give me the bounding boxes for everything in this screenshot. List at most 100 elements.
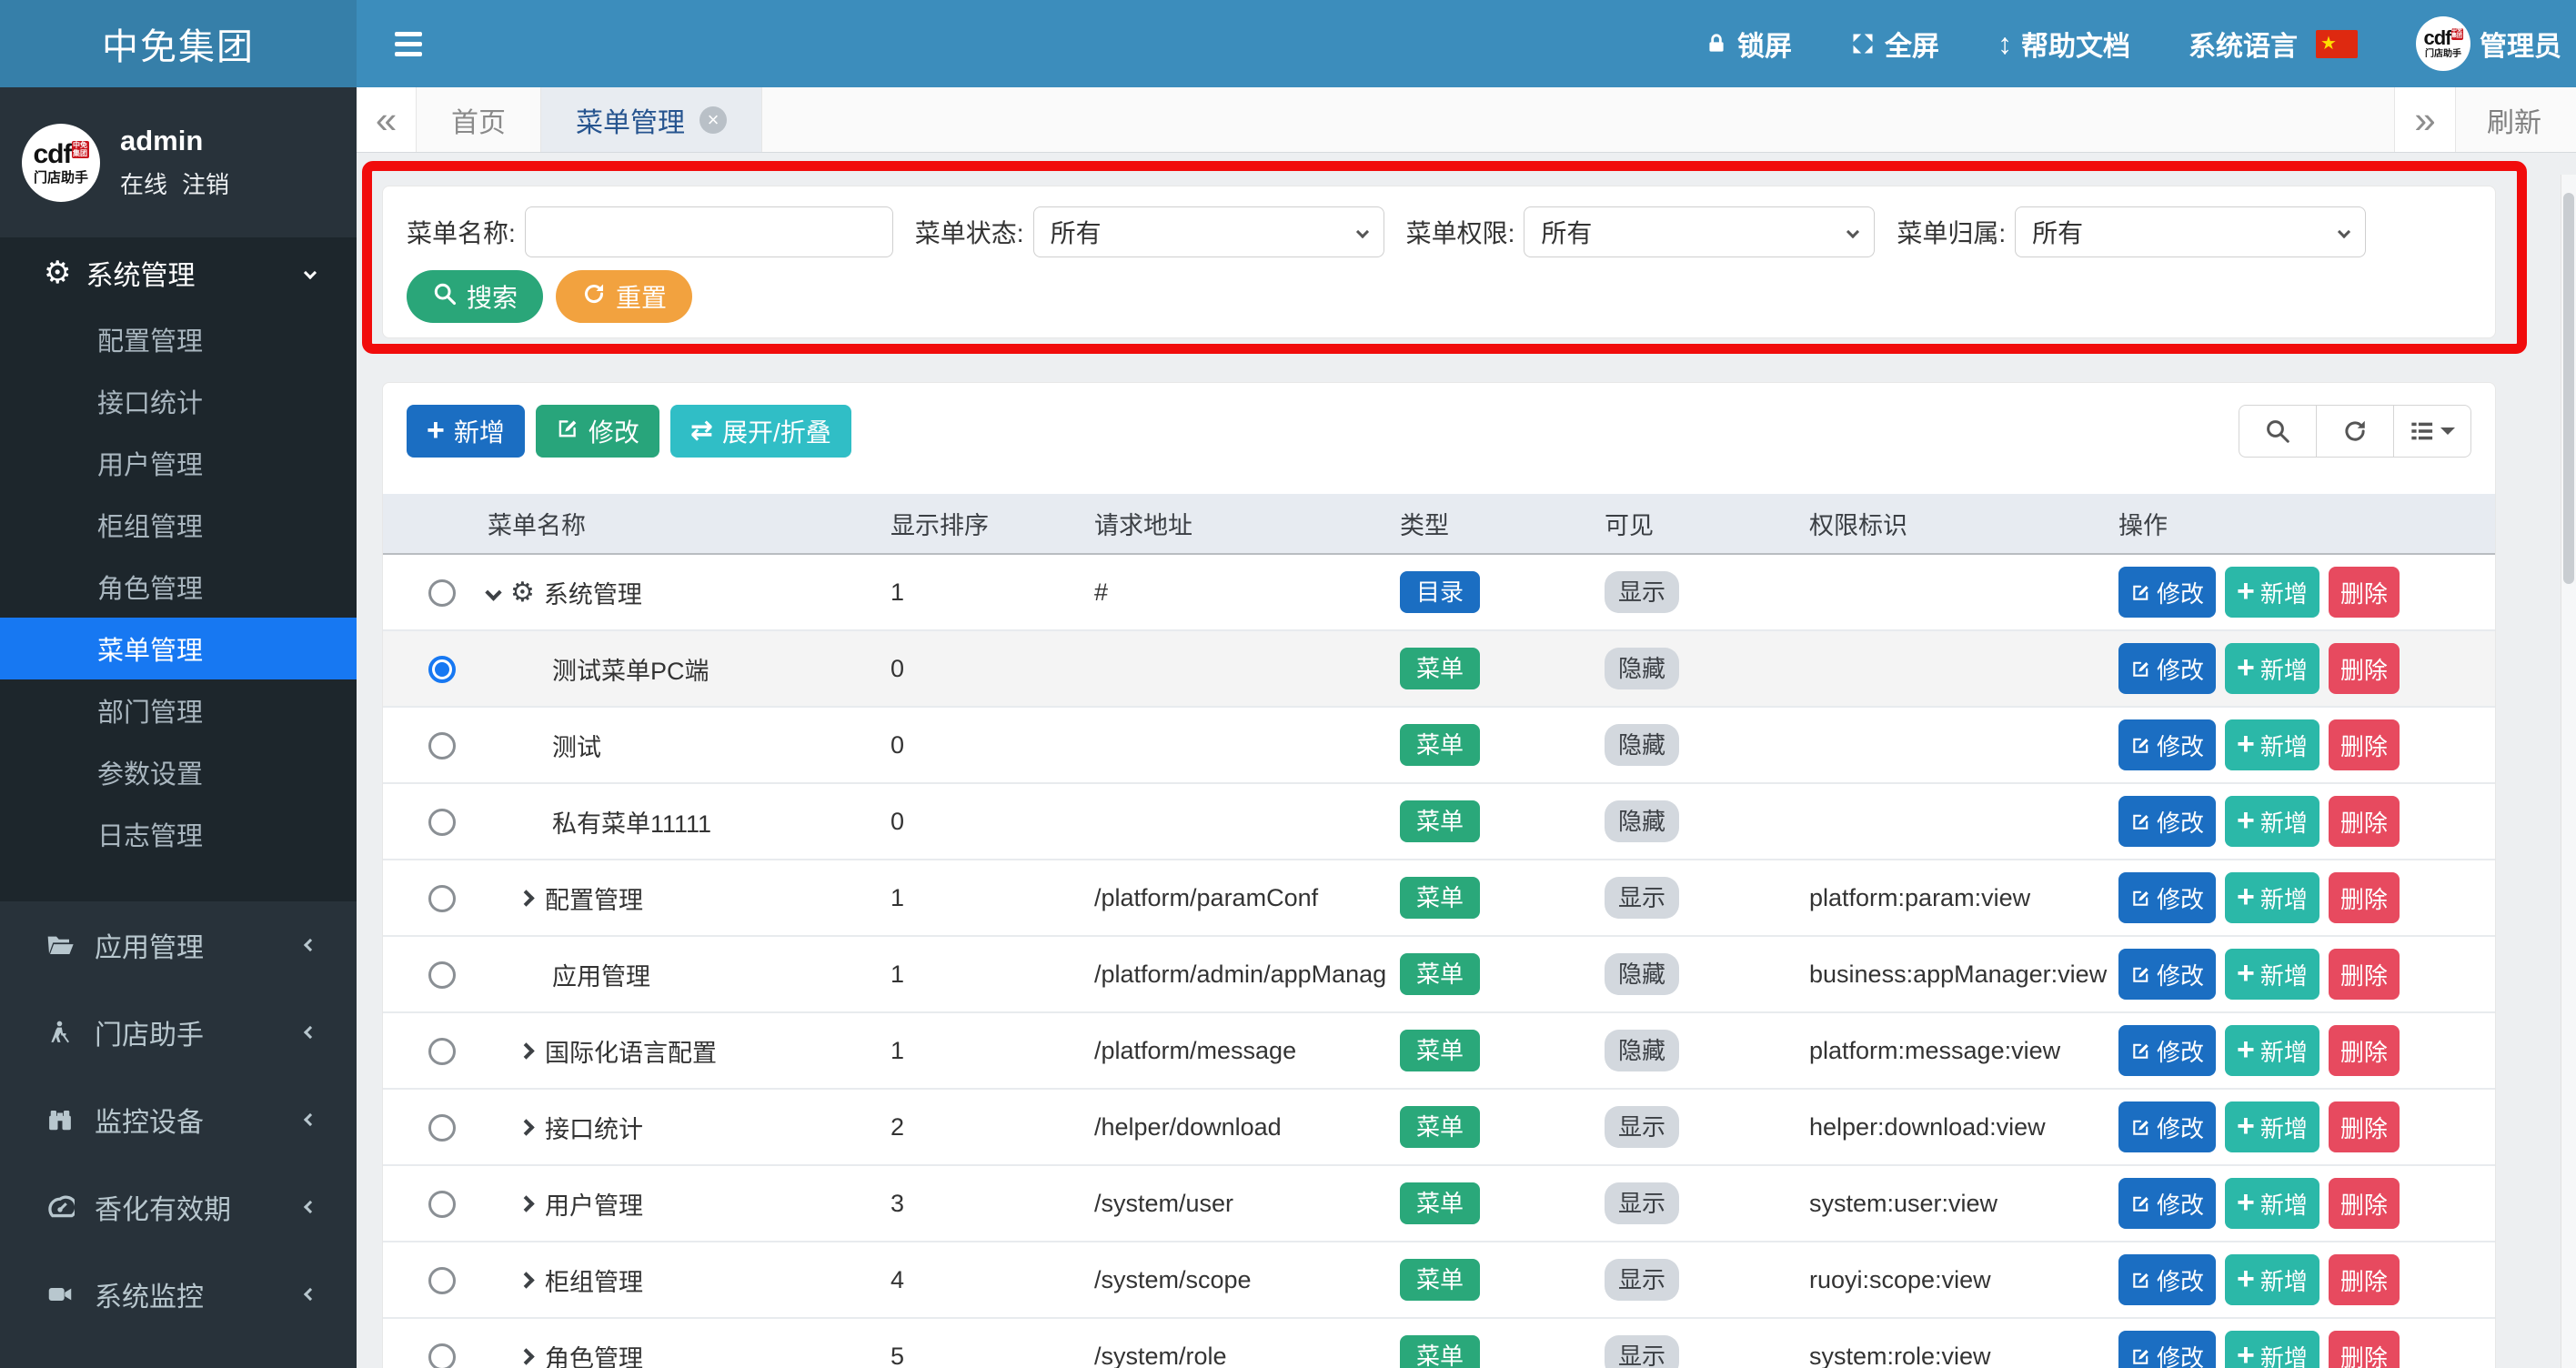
- chevron-right-icon[interactable]: [518, 1194, 535, 1212]
- row-add-button[interactable]: + 新增: [2225, 1178, 2319, 1229]
- row-edit-button[interactable]: 修改: [2118, 872, 2217, 923]
- sidebar-section-item[interactable]: ≡ 系统工具: [0, 1338, 357, 1368]
- row-edit-button[interactable]: 修改: [2118, 1254, 2217, 1305]
- sidebar-subitem[interactable]: 参数设置: [0, 741, 357, 803]
- table-search-toggle-button[interactable]: [2239, 405, 2317, 458]
- sidebar-subitem[interactable]: 菜单管理: [0, 618, 357, 679]
- row-delete-button[interactable]: 删除: [2328, 949, 2400, 1000]
- row-add-button[interactable]: + 新增: [2225, 567, 2319, 618]
- sidebar-subitem[interactable]: 柜组管理: [0, 494, 357, 556]
- table-row[interactable]: 角色管理 5/system/role 菜单 显示 system:role:view 修改 +…: [383, 1318, 2495, 1368]
- tabs-scroll-right-button[interactable]: »: [2395, 87, 2455, 152]
- row-edit-button[interactable]: 修改: [2118, 796, 2217, 847]
- sidebar-section-item[interactable]: 应用管理: [0, 901, 357, 989]
- table-row[interactable]: 国际化语言配置 1/platform/message 菜单 隐藏 platform:me…: [383, 1012, 2495, 1089]
- table-row[interactable]: 应用管理 1/platform/admin/appManag 菜单 隐藏 busines…: [383, 936, 2495, 1012]
- row-add-button[interactable]: + 新增: [2225, 1331, 2319, 1368]
- table-columns-button[interactable]: [2393, 405, 2471, 458]
- row-radio[interactable]: [428, 1190, 456, 1218]
- row-delete-button[interactable]: 删除: [2328, 1025, 2400, 1076]
- menu-name-input[interactable]: [524, 206, 893, 257]
- row-radio[interactable]: [428, 1343, 456, 1368]
- tabs-scroll-left-button[interactable]: «: [357, 87, 417, 152]
- menu-permission-select[interactable]: 所有: [1524, 206, 1876, 257]
- logout-link[interactable]: 注销: [182, 171, 229, 198]
- table-row[interactable]: 私有菜单11111 0 菜单 隐藏 修改 + 新增 删除: [383, 783, 2495, 860]
- sidebar-subitem[interactable]: 接口统计: [0, 370, 357, 432]
- row-radio[interactable]: [428, 1037, 456, 1065]
- table-row[interactable]: 测试 0 菜单 隐藏 修改 + 新增 删除: [383, 707, 2495, 783]
- chevron-right-icon[interactable]: [518, 1347, 535, 1365]
- edit-button[interactable]: 修改: [535, 405, 659, 458]
- chevron-down-icon[interactable]: [485, 583, 502, 601]
- expand-collapse-button[interactable]: ⇄ 展开/折叠: [669, 405, 851, 458]
- row-delete-button[interactable]: 删除: [2328, 1331, 2400, 1368]
- sidebar-item-system-management[interactable]: ⚙ 系统管理: [0, 237, 357, 308]
- sidebar-toggle-button[interactable]: [357, 0, 460, 87]
- sidebar-subitem[interactable]: 配置管理: [0, 308, 357, 370]
- row-radio[interactable]: [428, 1113, 456, 1142]
- row-radio[interactable]: [428, 961, 456, 989]
- row-delete-button[interactable]: 删除: [2328, 1178, 2400, 1229]
- row-radio[interactable]: [428, 655, 456, 683]
- row-add-button[interactable]: + 新增: [2225, 1101, 2319, 1152]
- row-delete-button[interactable]: 删除: [2328, 719, 2400, 770]
- sidebar-section-item[interactable]: 门店助手: [0, 989, 357, 1076]
- topbar-item-1[interactable]: 锁屏: [1675, 0, 1821, 87]
- tab-refresh-button[interactable]: 刷新: [2455, 87, 2576, 152]
- sidebar-subitem[interactable]: 日志管理: [0, 803, 357, 865]
- row-add-button[interactable]: + 新增: [2225, 719, 2319, 770]
- row-add-button[interactable]: + 新增: [2225, 872, 2319, 923]
- row-radio[interactable]: [428, 731, 456, 759]
- row-delete-button[interactable]: 删除: [2328, 872, 2400, 923]
- scrollbar-thumb[interactable]: [2563, 193, 2574, 584]
- row-edit-button[interactable]: 修改: [2118, 1331, 2217, 1368]
- sidebar-section-item[interactable]: 系统监控: [0, 1251, 357, 1338]
- row-radio[interactable]: [428, 1266, 456, 1294]
- row-add-button[interactable]: + 新增: [2225, 796, 2319, 847]
- table-row[interactable]: 用户管理 3/system/user 菜单 显示 system:user:view 修改 +…: [383, 1165, 2495, 1242]
- table-row[interactable]: 接口统计 2/helper/download 菜单 显示 helper:download…: [383, 1089, 2495, 1165]
- chevron-right-icon[interactable]: [518, 1041, 535, 1060]
- row-edit-button[interactable]: 修改: [2118, 643, 2217, 694]
- menu-owner-select[interactable]: 所有: [2015, 206, 2367, 257]
- table-refresh-button[interactable]: [2316, 405, 2394, 458]
- row-edit-button[interactable]: 修改: [2118, 719, 2217, 770]
- row-delete-button[interactable]: 删除: [2328, 1254, 2400, 1305]
- row-edit-button[interactable]: 修改: [2118, 567, 2217, 618]
- reset-button[interactable]: 重置: [556, 270, 693, 323]
- tab-首页[interactable]: 首页: [417, 87, 541, 152]
- row-add-button[interactable]: + 新增: [2225, 949, 2319, 1000]
- row-radio[interactable]: [428, 884, 456, 912]
- chevron-right-icon[interactable]: [518, 1271, 535, 1289]
- table-row[interactable]: ⚙ 系统管理 1 # 目录 显示 修改 + 新增 删除: [383, 554, 2495, 630]
- sidebar-subitem[interactable]: 部门管理: [0, 679, 357, 741]
- topbar-item-3[interactable]: ↕ 帮助文档: [1968, 0, 2159, 87]
- table-row[interactable]: 配置管理 1/platform/paramConf 菜单 显示 platform:par…: [383, 860, 2495, 936]
- sidebar-section-item[interactable]: 监控设备: [0, 1076, 357, 1163]
- row-add-button[interactable]: + 新增: [2225, 1025, 2319, 1076]
- tab-菜单管理[interactable]: 菜单管理 ×: [541, 87, 762, 152]
- sidebar-subitem[interactable]: 角色管理: [0, 556, 357, 618]
- row-delete-button[interactable]: 删除: [2328, 1101, 2400, 1152]
- row-delete-button[interactable]: 删除: [2328, 567, 2400, 618]
- row-edit-button[interactable]: 修改: [2118, 1101, 2217, 1152]
- sidebar-subitem[interactable]: 用户管理: [0, 432, 357, 494]
- table-row[interactable]: 柜组管理 4/system/scope 菜单 显示 ruoyi:scope:view 修改…: [383, 1242, 2495, 1318]
- row-edit-button[interactable]: 修改: [2118, 949, 2217, 1000]
- add-button[interactable]: + 新增: [407, 405, 525, 458]
- row-edit-button[interactable]: 修改: [2118, 1025, 2217, 1076]
- row-delete-button[interactable]: 删除: [2328, 643, 2400, 694]
- chevron-right-icon[interactable]: [518, 889, 535, 907]
- topbar-item-2[interactable]: 全屏: [1821, 0, 1968, 87]
- row-delete-button[interactable]: 删除: [2328, 796, 2400, 847]
- row-radio[interactable]: [428, 578, 456, 607]
- row-edit-button[interactable]: 修改: [2118, 1178, 2217, 1229]
- search-button[interactable]: 搜索: [407, 270, 544, 323]
- topbar-user[interactable]: cdf 中免集团 门店助手 管理员: [2387, 0, 2576, 87]
- menu-status-select[interactable]: 所有: [1032, 206, 1384, 257]
- row-radio[interactable]: [428, 808, 456, 836]
- sidebar-section-item[interactable]: 香化有效期: [0, 1163, 357, 1251]
- chevron-right-icon[interactable]: [518, 1118, 535, 1136]
- topbar-item-4[interactable]: 系统语言 ★: [2159, 0, 2387, 87]
